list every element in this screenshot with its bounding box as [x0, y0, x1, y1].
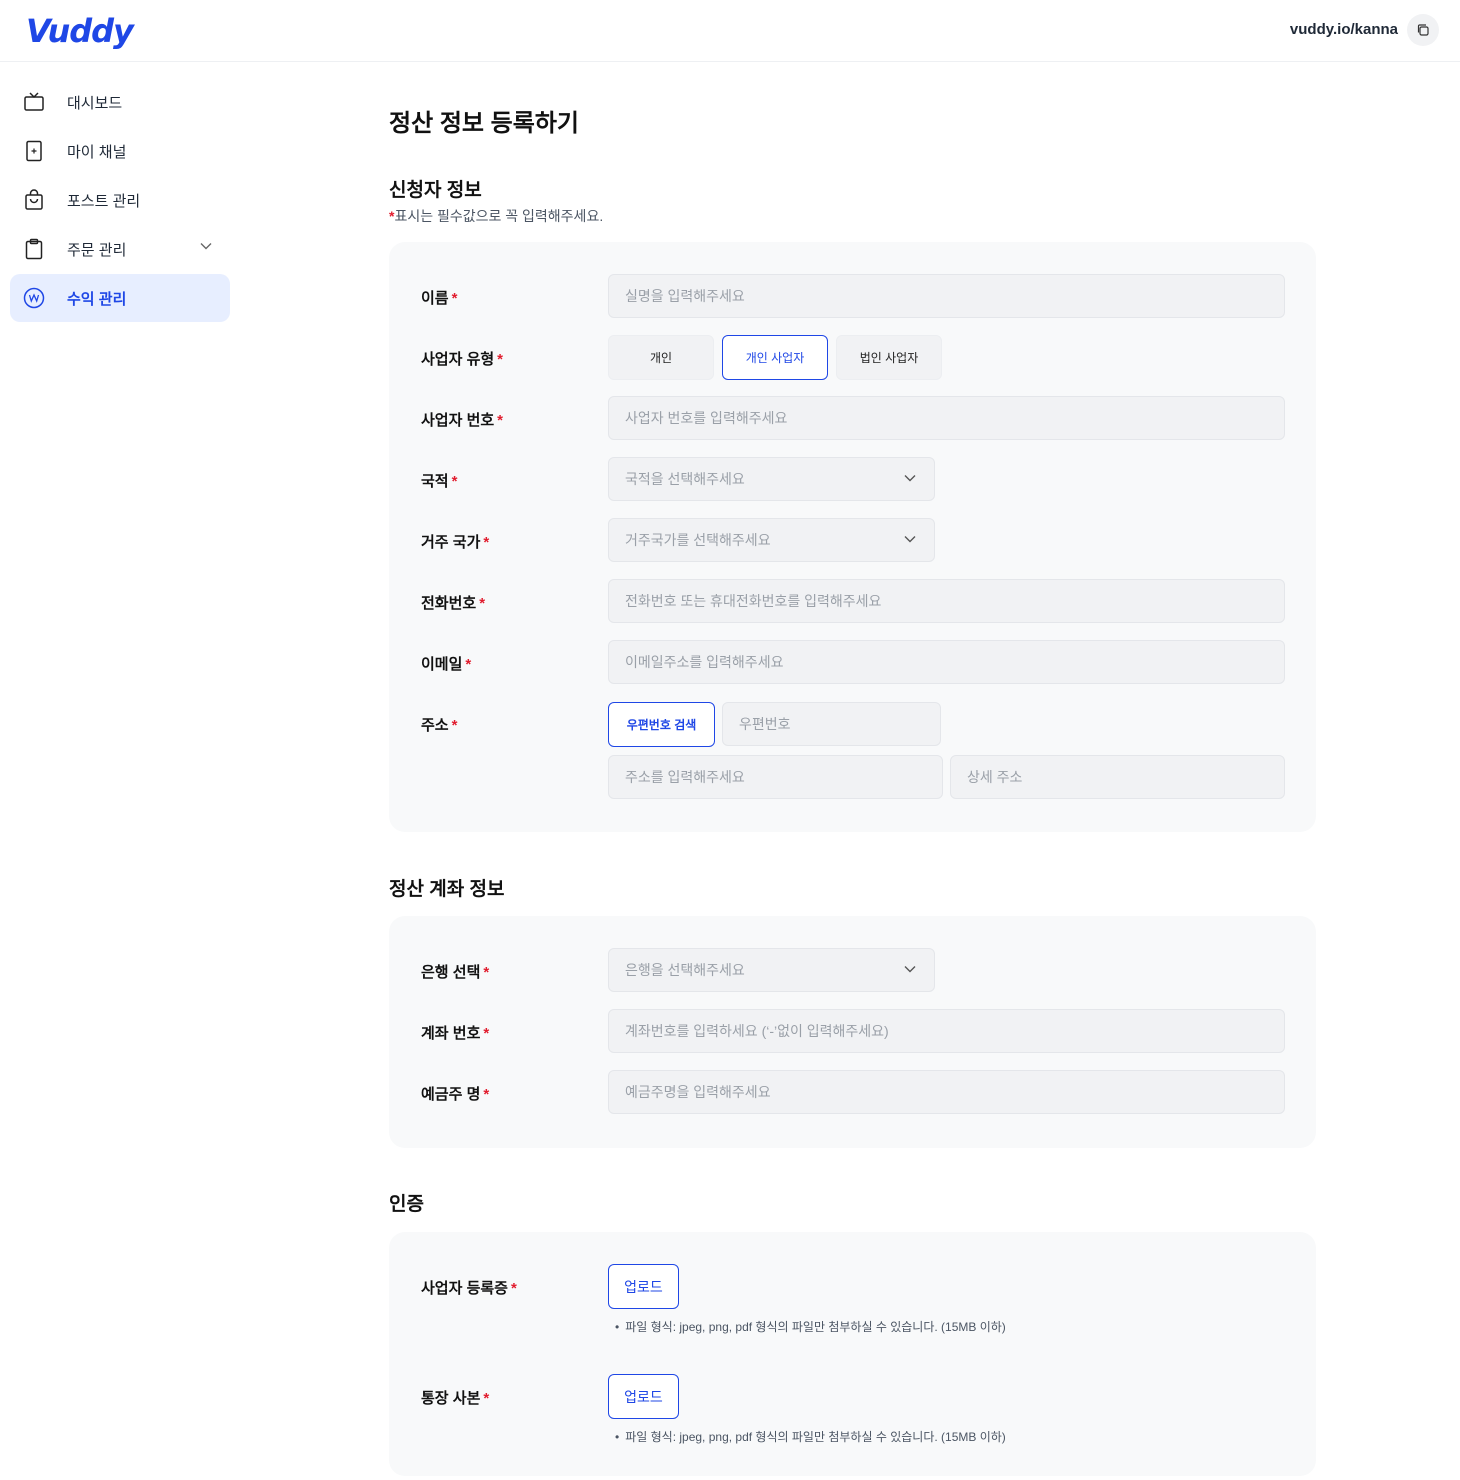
account-number-label-text: 계좌 번호 [421, 1025, 481, 1042]
sidebar-item-label: 포스트 관리 [67, 192, 141, 210]
chevron-down-icon[interactable] [200, 242, 212, 250]
residence-country-select[interactable]: 거주국가를 선택해주세요 [608, 518, 935, 562]
required-star: * [497, 351, 504, 368]
business-registration-upload-button[interactable]: 업로드 [608, 1264, 679, 1309]
required-note: *표시는 필수값으로 꼭 입력해주세요. [389, 206, 603, 226]
bankbook-copy-upload-button[interactable]: 업로드 [608, 1374, 679, 1419]
sidebar-item-revenue-management[interactable]: 수익 관리 [10, 274, 230, 322]
account-holder-label-text: 예금주 명 [421, 1086, 481, 1103]
business-type-label-text: 사업자 유형 [421, 351, 495, 368]
email-input[interactable] [608, 640, 1285, 684]
required-star: * [451, 473, 458, 490]
account-number-label: 계좌 번호 * [421, 1022, 489, 1043]
clipboard-icon [22, 237, 46, 261]
account-section-title: 정산 계좌 정보 [389, 879, 505, 900]
tv-icon [22, 90, 46, 114]
residence-country-label: 거주 국가 * [421, 531, 489, 552]
email-label-text: 이메일 [421, 656, 463, 673]
business-type-sole-proprietor-option[interactable]: 개인 사업자 [722, 335, 828, 380]
phone-input[interactable] [608, 579, 1285, 623]
bullet: • [615, 1430, 620, 1444]
bullet: • [615, 1320, 620, 1334]
postcode-input[interactable] [722, 702, 941, 746]
required-note-text: 표시는 필수값으로 꼭 입력해주세요. [394, 208, 604, 224]
sidebar-item-my-channel[interactable]: 마이 채널 [10, 127, 230, 175]
required-star: * [510, 1280, 517, 1297]
business-type-individual-option[interactable]: 개인 [608, 335, 714, 380]
file-format-hint-text: 파일 형식: jpeg, png, pdf 형식의 파일만 첨부하실 수 있습니… [625, 1430, 1006, 1444]
residence-select-placeholder: 거주국가를 선택해주세요 [625, 532, 771, 548]
copy-url-button[interactable] [1407, 14, 1439, 46]
profile-url: vuddy.io/kanna [1289, 21, 1398, 38]
file-format-hint: • 파일 형식: jpeg, png, pdf 형식의 파일만 첨부하실 수 있습… [615, 1318, 1006, 1335]
bank-select-placeholder: 은행을 선택해주세요 [625, 962, 745, 978]
required-star: * [497, 412, 504, 429]
copy-icon [1417, 24, 1429, 36]
account-holder-input[interactable] [608, 1070, 1285, 1114]
sidebar-item-dashboard[interactable]: 대시보드 [10, 78, 230, 126]
required-star: * [465, 656, 472, 673]
sidebar-item-label: 주문 관리 [67, 241, 127, 259]
channel-icon [22, 139, 46, 163]
won-icon [22, 286, 46, 310]
vuddy-logo[interactable]: Vuddy [26, 12, 134, 50]
bankbook-copy-label-text: 통장 사본 [421, 1390, 481, 1407]
bank-label: 은행 선택 * [421, 961, 489, 982]
chevron-down-icon [904, 966, 916, 973]
phone-label: 전화번호 * [421, 592, 485, 613]
required-star: * [451, 290, 458, 307]
sidebar-item-order-management[interactable]: 주문 관리 [10, 225, 230, 273]
nationality-select-placeholder: 국적을 선택해주세요 [625, 471, 745, 487]
business-number-label: 사업자 번호 * [421, 409, 503, 430]
verification-section-title: 인증 [389, 1194, 424, 1215]
nationality-label-text: 국적 [421, 473, 449, 490]
phone-label-text: 전화번호 [421, 595, 477, 612]
sidebar-item-label: 대시보드 [67, 94, 123, 112]
residence-country-label-text: 거주 국가 [421, 534, 481, 551]
required-star: * [451, 717, 458, 734]
business-registration-label: 사업자 등록증 * [421, 1277, 517, 1298]
chevron-down-icon [904, 536, 916, 543]
address-detail-input[interactable] [950, 755, 1285, 799]
nationality-select[interactable]: 국적을 선택해주세요 [608, 457, 935, 501]
applicant-section-title: 신청자 정보 [389, 180, 482, 201]
top-bar: Vuddy vuddy.io/kanna [0, 0, 1460, 62]
account-holder-label: 예금주 명 * [421, 1083, 489, 1104]
shopping-bag-icon [22, 188, 46, 212]
name-label: 이름 * [421, 287, 457, 308]
required-star: * [483, 534, 490, 551]
business-number-input[interactable] [608, 396, 1285, 440]
email-label: 이메일 * [421, 653, 471, 674]
required-star: * [483, 964, 490, 981]
address-input[interactable] [608, 755, 943, 799]
business-type-label: 사업자 유형 * [421, 348, 503, 369]
address-label-text: 주소 [421, 717, 449, 734]
bank-select[interactable]: 은행을 선택해주세요 [608, 948, 935, 992]
required-star: * [479, 595, 486, 612]
required-star: * [483, 1086, 490, 1103]
business-registration-label-text: 사업자 등록증 [421, 1280, 508, 1297]
file-format-hint-text: 파일 형식: jpeg, png, pdf 형식의 파일만 첨부하실 수 있습니… [625, 1320, 1006, 1334]
nationality-label: 국적 * [421, 470, 457, 491]
bankbook-copy-label: 통장 사본 * [421, 1387, 489, 1408]
postcode-search-button[interactable]: 우편번호 검색 [608, 702, 715, 747]
required-star: * [483, 1390, 490, 1407]
account-number-input[interactable] [608, 1009, 1285, 1053]
business-number-label-text: 사업자 번호 [421, 412, 495, 429]
business-type-corporation-option[interactable]: 법인 사업자 [836, 335, 942, 380]
sidebar-item-label: 수익 관리 [67, 290, 127, 308]
sidebar-item-post-management[interactable]: 포스트 관리 [10, 176, 230, 224]
required-star: * [483, 1025, 490, 1042]
bank-label-text: 은행 선택 [421, 964, 481, 981]
chevron-down-icon [904, 475, 916, 482]
sidebar-item-label: 마이 채널 [67, 143, 127, 161]
name-label-text: 이름 [421, 290, 449, 307]
name-input[interactable] [608, 274, 1285, 318]
address-label: 주소 * [421, 714, 457, 735]
file-format-hint: • 파일 형식: jpeg, png, pdf 형식의 파일만 첨부하실 수 있습… [615, 1428, 1006, 1445]
page-title: 정산 정보 등록하기 [389, 110, 579, 137]
